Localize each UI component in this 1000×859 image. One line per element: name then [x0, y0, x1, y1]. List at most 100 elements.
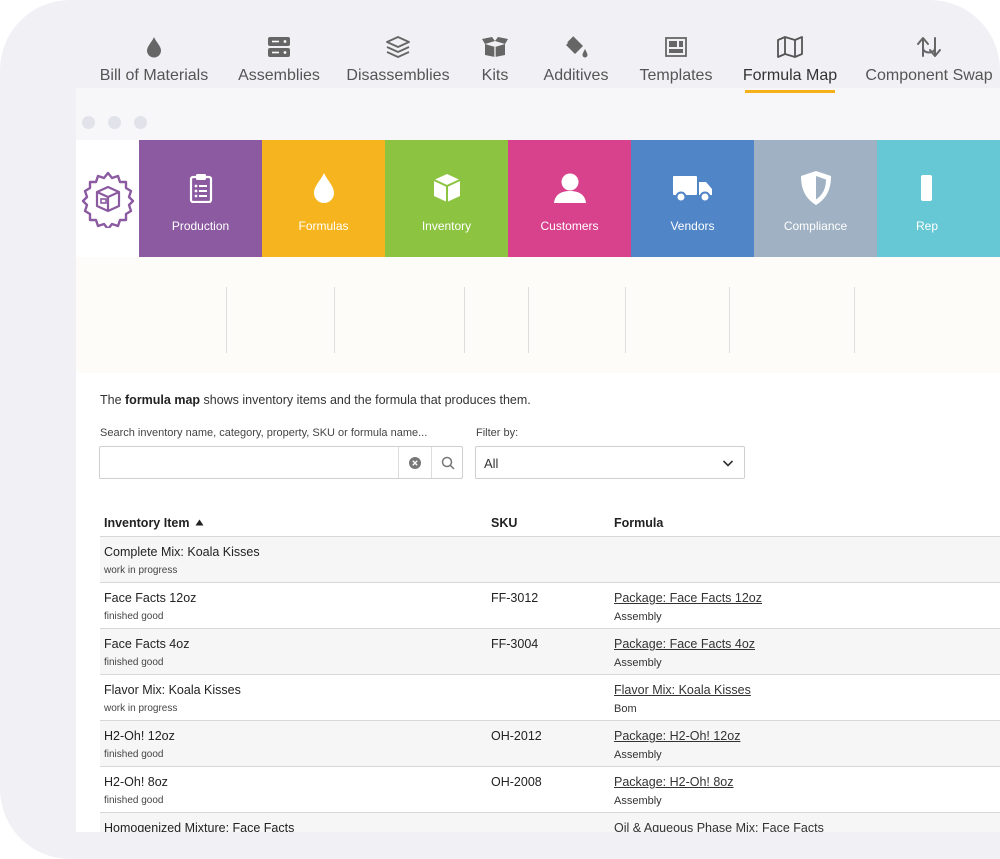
clear-icon — [409, 456, 421, 469]
box-icon — [433, 174, 460, 202]
subnav-divider — [226, 287, 227, 353]
formula-type: Bom — [614, 703, 637, 715]
active-tab-indicator — [745, 90, 835, 93]
formula-type: Assembly — [614, 611, 662, 623]
droplet-icon — [313, 173, 334, 203]
filter-select-value: All — [484, 456, 499, 471]
column-header-formula[interactable]: Formula — [614, 516, 663, 530]
clipboard-icon — [189, 174, 212, 203]
nav-compliance-label: Compliance — [783, 219, 848, 233]
clear-search-button[interactable] — [398, 447, 431, 478]
nav-production[interactable]: Production — [139, 140, 262, 257]
subnav-divider — [464, 287, 465, 353]
kit-box-icon — [482, 37, 508, 57]
inventory-item-type: work in progress — [104, 565, 178, 576]
map-icon — [777, 36, 803, 58]
sort-ascending-icon — [195, 519, 204, 526]
formula-link[interactable]: Package: Face Facts 4oz — [614, 637, 755, 651]
inventory-item-type: work in progress — [104, 703, 178, 714]
formula-link[interactable]: Flavor Mix: Koala Kisses — [614, 683, 751, 697]
intro-bold: formula map — [125, 393, 201, 407]
table-row[interactable]: Face Facts 4oz finished good FF-3004 Pac… — [100, 628, 1000, 674]
layers-icon — [386, 36, 410, 58]
formula-type: Assembly — [614, 657, 662, 669]
inventory-item-type: finished good — [104, 795, 164, 806]
inventory-item-name: H2-Oh! 12oz — [104, 729, 175, 743]
shield-icon — [800, 171, 831, 205]
subnav-disassemblies[interactable]: Disassemblies — [346, 0, 450, 116]
sku-value: FF-3004 — [491, 637, 539, 651]
subnav-disassemblies-label: Disassemblies — [346, 67, 450, 84]
window-control-maximize[interactable] — [134, 116, 147, 129]
nav-vendors[interactable]: Vendors — [631, 140, 754, 257]
search-label: Search inventory name, category, propert… — [100, 427, 428, 439]
subnav-bill-of-materials[interactable]: Bill of Materials — [98, 0, 210, 116]
paint-bucket-icon — [566, 36, 588, 58]
nav-inventory[interactable]: Inventory — [385, 140, 508, 257]
table-row[interactable]: H2-Oh! 12oz finished good OH-2012 Packag… — [100, 720, 1000, 766]
nav-production-label: Production — [171, 219, 230, 233]
subnav-assemblies-label: Assemblies — [238, 67, 320, 84]
formula-type: Assembly — [614, 795, 662, 807]
droplet-icon — [147, 37, 161, 58]
formula-link[interactable]: Oil & Aqueous Phase Mix: Face Facts — [614, 821, 824, 832]
subnav-templates[interactable]: Templates — [638, 0, 714, 116]
nav-customers[interactable]: Customers — [508, 140, 631, 257]
formula-link[interactable]: Package: H2-Oh! 8oz — [614, 775, 734, 789]
subnav-kits[interactable]: Kits — [474, 0, 516, 116]
chevron-down-icon — [722, 460, 734, 467]
inventory-item-type: finished good — [104, 657, 164, 668]
table-row[interactable]: Complete Mix: Koala Kisses work in progr… — [100, 536, 1000, 582]
filter-select[interactable]: All — [475, 446, 745, 479]
formula-type: Assembly — [614, 749, 662, 761]
nav-formulas-label: Formulas — [298, 219, 349, 233]
formula-link[interactable]: Package: H2-Oh! 12oz — [614, 729, 740, 743]
inventory-item-name: Homogenized Mixture: Face Facts — [104, 821, 295, 832]
server-icon — [268, 37, 290, 57]
template-icon — [665, 37, 687, 57]
report-icon — [921, 175, 932, 201]
window-control-close[interactable] — [82, 116, 95, 129]
gear-box-logo-icon — [81, 171, 134, 228]
window-titlebar — [76, 88, 1000, 140]
nav-compliance[interactable]: Compliance — [754, 140, 877, 257]
sku-value: OH-2008 — [491, 775, 542, 789]
search-box — [99, 446, 463, 479]
subnav-bill-of-materials-label: Bill of Materials — [99, 67, 209, 84]
subnav-component-swap[interactable]: Component Swap — [865, 0, 993, 116]
swap-arrows-icon — [917, 37, 941, 57]
subnav-divider — [334, 287, 335, 353]
sku-value: FF-3012 — [491, 591, 539, 605]
table-row[interactable]: H2-Oh! 8oz finished good OH-2008 Package… — [100, 766, 1000, 812]
subnav-templates-label: Templates — [639, 67, 713, 84]
column-header-sku[interactable]: SKU — [491, 516, 517, 530]
subnav-additives-label: Additives — [543, 67, 609, 84]
window-control-minimize[interactable] — [108, 116, 121, 129]
app-logo[interactable] — [76, 140, 139, 257]
inventory-item-name: Flavor Mix: Koala Kisses — [104, 683, 241, 697]
table-row[interactable]: Homogenized Mixture: Face Facts Oil & Aq… — [100, 812, 1000, 832]
inventory-item-name: Face Facts 4oz — [104, 637, 190, 651]
search-icon — [441, 456, 455, 470]
nav-formulas[interactable]: Formulas — [262, 140, 385, 257]
subnav-divider — [729, 287, 730, 353]
subnav-assemblies[interactable]: Assemblies — [236, 0, 322, 116]
subnav-formula-map[interactable]: Formula Map — [742, 0, 838, 116]
main-nav: Production Formulas Inventory Customers … — [76, 140, 1000, 257]
table-row[interactable]: Face Facts 12oz finished good FF-3012 Pa… — [100, 582, 1000, 628]
search-button[interactable] — [431, 447, 463, 478]
search-input[interactable] — [100, 447, 398, 478]
formula-link[interactable]: Package: Face Facts 12oz — [614, 591, 762, 605]
nav-vendors-label: Vendors — [670, 219, 715, 233]
table-row[interactable]: Flavor Mix: Koala Kisses work in progres… — [100, 674, 1000, 720]
intro-text: The formula map shows inventory items an… — [100, 393, 531, 407]
column-header-inventory-item[interactable]: Inventory Item — [104, 516, 204, 530]
subnav-additives[interactable]: Additives — [540, 0, 612, 116]
subnav-formula-map-label: Formula Map — [742, 67, 838, 84]
subnav-divider — [625, 287, 626, 353]
subnav-divider — [528, 287, 529, 353]
inventory-item-name: H2-Oh! 8oz — [104, 775, 168, 789]
inventory-item-name: Face Facts 12oz — [104, 591, 197, 605]
nav-reports[interactable]: Rep — [877, 140, 1000, 257]
nav-reports-label: Rep — [915, 219, 938, 233]
